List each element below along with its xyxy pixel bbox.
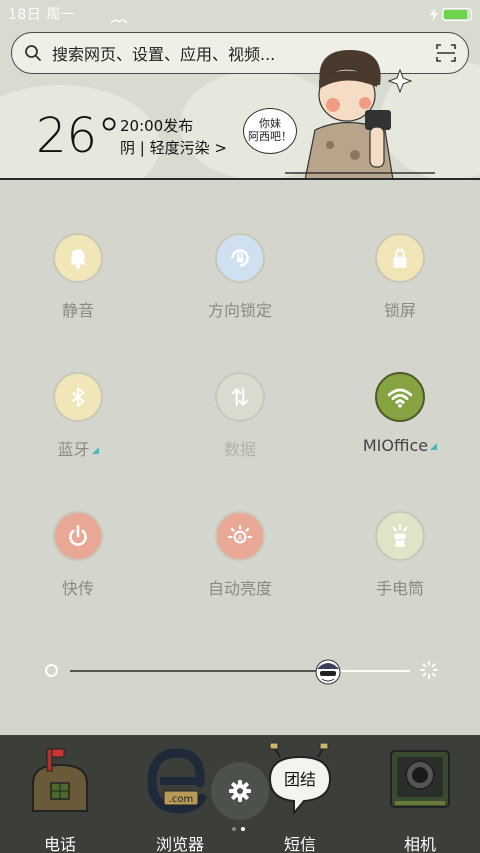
toggle-label: 手电筒 [340,575,460,599]
svg-text:A: A [237,533,243,542]
brightness-slider-thumb[interactable] [314,657,342,685]
toggle-power-share[interactable]: 快传 [18,511,138,599]
scan-icon[interactable] [436,44,456,62]
toggle-data-arrows[interactable]: 数据 [180,372,300,460]
toggle-label-text: 快传 [61,579,94,598]
browser-tag: .com [169,794,194,805]
toggle-flashlight[interactable]: 手电筒 [340,511,460,599]
toggle-circle [375,233,425,283]
toggle-label: 方向锁定 [180,297,300,321]
expand-corner-icon [430,443,438,450]
dock-label: 浏览器 [155,835,204,853]
search-placeholder: 搜索网页、设置、应用、视频... [52,45,276,64]
dock-label: 电话 [43,835,76,853]
weather-condition[interactable]: 阴 | 轻度污染 > [120,137,227,158]
message-bubble-icon: 团结 [268,742,332,816]
toggle-circle: A [215,511,265,561]
auto-brightness-sun-icon[interactable] [420,661,438,679]
battery-icon [442,7,472,21]
bluetooth-icon [71,387,85,407]
toggle-label: 数据 [180,436,300,460]
dock-app-camera[interactable]: 相机 [360,743,480,853]
toggle-lock[interactable]: 锁屏 [340,233,460,321]
dock-label: 相机 [403,835,436,853]
gear-icon [229,780,251,802]
data-arrows-icon [231,387,249,407]
brightness-slider-fill [70,670,329,672]
status-date: 18日 周一 [8,7,76,23]
lock-icon [393,248,407,268]
toggle-label-text: 手电筒 [375,579,424,598]
toggle-bluetooth[interactable]: 蓝牙 [18,372,138,460]
toggle-circle [215,372,265,422]
brightness-low-icon [45,664,58,677]
page-dot [232,827,236,831]
rotation-lock-icon [231,249,249,267]
toggle-label: 快传 [18,575,138,599]
cartoon-soldier-illustration [285,50,435,178]
brightness-row [40,655,440,685]
power-share-icon [69,524,87,546]
toggle-label-text: MIOffice [362,436,429,455]
toggle-label: 自动亮度 [180,575,300,599]
dock-label: 短信 [283,835,316,853]
toggle-label-text: 数据 [223,440,256,459]
toggle-label: 静音 [18,297,138,321]
toggle-label-text: 方向锁定 [207,301,272,320]
toggle-label-text: 自动亮度 [207,579,272,598]
toggle-circle [53,372,103,422]
settings-button[interactable] [211,762,269,820]
browser-icon: .com [147,748,207,814]
temperature[interactable]: 26° [36,108,121,164]
toggle-auto-brightness[interactable]: A 自动亮度 [180,511,300,599]
mailbox-icon [32,748,88,812]
status-bar: 18日 周一 [0,0,480,28]
bird-icon [110,19,128,24]
toggle-label: 蓝牙 [18,436,138,460]
toggle-circle [375,372,425,422]
toggle-label-text: 蓝牙 [57,440,90,459]
toggle-rotation-lock[interactable]: 方向锁定 [180,233,300,321]
page-dot-active [241,827,245,831]
message-bubble-text: 团结 [284,770,316,789]
auto-brightness-icon: A [228,525,252,544]
toggle-label-text: 锁屏 [383,301,416,320]
toggle-bell[interactable]: 静音 [18,233,138,321]
brightness-slider[interactable] [70,670,410,672]
toggle-circle [215,233,265,283]
search-icon [25,45,41,61]
camera-icon [390,750,450,808]
toggle-label: MIOffice [340,436,460,455]
charging-bolt-icon [430,7,438,21]
toggle-label-text: 静音 [61,301,94,320]
flashlight-icon [392,524,408,547]
weather-publish-time: 20:00发布 [120,117,194,135]
toggle-wifi[interactable]: MIOffice [340,372,460,455]
toggle-label: 锁屏 [340,297,460,321]
bell-icon [69,249,87,269]
toggle-circle [53,511,103,561]
toggle-circle [375,511,425,561]
battery-level [444,9,468,19]
toggle-circle [53,233,103,283]
wifi-icon [387,388,413,408]
dock-app-phone[interactable]: 电话 [0,743,120,853]
page-indicator [232,827,245,831]
expand-corner-icon [91,447,99,454]
